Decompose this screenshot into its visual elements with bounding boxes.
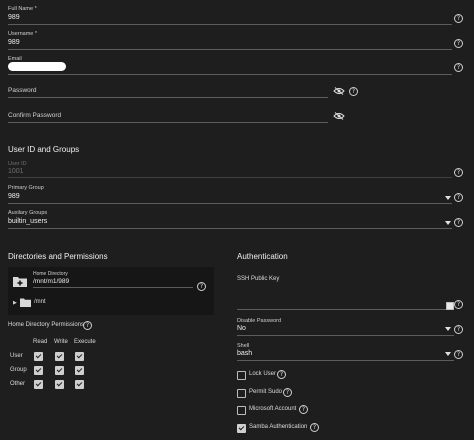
perm-other-read-checkbox[interactable] — [34, 380, 43, 389]
full-name-label: Full Name * — [8, 6, 37, 12]
lock-user-checkbox[interactable] — [237, 371, 246, 380]
microsoft-account-checkbox[interactable] — [237, 406, 246, 415]
permit-sudo-label: Permit Sudo — [249, 389, 283, 395]
full-name-input[interactable]: 989 — [8, 14, 20, 21]
chevron-down-icon[interactable] — [445, 221, 451, 225]
help-icon[interactable]: ? — [83, 321, 92, 330]
permit-sudo-checkbox[interactable] — [237, 389, 246, 398]
primary-group-select[interactable]: 989 — [8, 193, 20, 200]
folder-icon — [20, 298, 31, 307]
expand-arrow-icon[interactable]: ▶ — [13, 300, 17, 306]
lock-user-label: Lock User — [249, 371, 277, 377]
shell-select[interactable]: bash — [237, 350, 252, 357]
section-title-authentication: Authentication — [237, 252, 288, 261]
home-directory-input[interactable]: /mnt/m1/989 — [33, 278, 69, 285]
perm-group-read-checkbox[interactable] — [34, 366, 43, 375]
help-icon[interactable]: ? — [454, 63, 463, 72]
chevron-down-icon[interactable] — [445, 327, 451, 331]
chevron-down-icon[interactable] — [445, 352, 451, 356]
help-icon[interactable]: ? — [454, 350, 463, 359]
row-other: Other — [10, 381, 26, 387]
section-title-user-groups: User ID and Groups — [8, 145, 80, 154]
perm-user-execute-checkbox[interactable] — [75, 352, 84, 361]
perm-other-write-checkbox[interactable] — [55, 380, 64, 389]
folder-add-icon[interactable] — [13, 276, 27, 287]
primary-group-label: Primary Group — [8, 185, 44, 191]
perm-group-write-checkbox[interactable] — [55, 366, 64, 375]
disable-password-label: Disable Password — [237, 318, 282, 324]
home-directory-label: Home Directory — [33, 271, 68, 277]
username-label: Username * — [8, 31, 38, 37]
confirm-password-input[interactable]: Confirm Password — [8, 112, 61, 119]
col-write: Write — [54, 339, 68, 345]
aux-groups-label: Auxilary Groups — [8, 210, 48, 216]
help-icon[interactable]: ? — [349, 87, 358, 96]
perm-other-execute-checkbox[interactable] — [75, 380, 84, 389]
password-input[interactable]: Password — [8, 87, 37, 94]
ssh-key-label: SSH Public Key — [237, 276, 280, 282]
help-icon[interactable]: ? — [283, 388, 292, 397]
row-group: Group — [10, 367, 27, 373]
help-icon[interactable]: ? — [454, 14, 463, 23]
perm-group-execute-checkbox[interactable] — [75, 366, 84, 375]
help-icon[interactable]: ? — [454, 193, 463, 202]
username-input[interactable]: 989 — [8, 39, 20, 46]
row-user: User — [10, 353, 23, 359]
help-icon[interactable]: ? — [299, 405, 308, 414]
email-redaction — [8, 62, 66, 71]
user-id-label: User ID — [8, 161, 27, 167]
tree-item-mnt[interactable]: /mnt — [34, 299, 46, 305]
chevron-down-icon[interactable] — [445, 196, 451, 200]
section-title-directories: Directories and Permissions — [8, 252, 108, 261]
permissions-title: Home Directory Permissions — [8, 322, 85, 328]
col-read: Read — [33, 339, 48, 345]
help-icon[interactable]: ? — [454, 39, 463, 48]
shell-label: Shell — [237, 343, 250, 349]
eye-off-icon[interactable] — [333, 112, 345, 120]
help-icon[interactable]: ? — [454, 300, 463, 309]
help-icon[interactable]: ? — [197, 282, 206, 291]
user-id-input: 1001 — [8, 168, 24, 175]
col-execute: Execute — [74, 339, 96, 345]
resize-handle-icon[interactable] — [446, 302, 454, 310]
microsoft-account-label: Microsoft Account — [249, 406, 297, 412]
disable-password-select[interactable]: No — [237, 325, 246, 332]
help-icon[interactable]: ? — [454, 168, 463, 177]
help-icon[interactable]: ? — [454, 218, 463, 227]
samba-authentication-checkbox[interactable] — [237, 424, 246, 433]
perm-user-read-checkbox[interactable] — [34, 352, 43, 361]
samba-authentication-label: Samba Authentication — [249, 424, 308, 430]
help-icon[interactable]: ? — [310, 423, 319, 432]
help-icon[interactable]: ? — [454, 325, 463, 334]
aux-groups-select[interactable]: builtin_users — [8, 218, 47, 225]
help-icon[interactable]: ? — [277, 370, 286, 379]
perm-user-write-checkbox[interactable] — [55, 352, 64, 361]
eye-off-icon[interactable] — [333, 87, 345, 95]
